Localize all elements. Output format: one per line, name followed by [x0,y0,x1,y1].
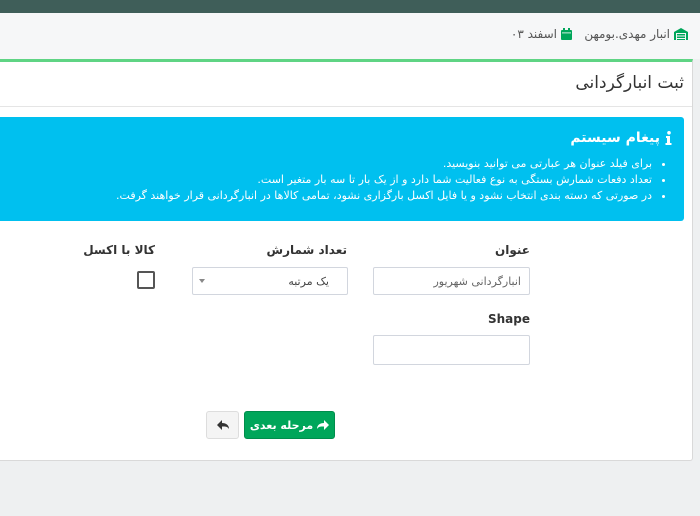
current-date: اسفند ۰۳ [510,27,557,41]
count-field-label: تعداد شمارش [266,243,347,257]
calendar-icon [561,28,572,40]
info-icon [665,131,672,145]
title-divider [0,106,692,107]
system-message-alert: پیغام سیستم برای فیلد عنوان هر عبارتی می… [0,117,684,221]
warehouse-icon [674,28,688,40]
title-input[interactable] [373,267,530,295]
date-info[interactable]: اسفند ۰۳ [511,27,572,41]
alert-message-item: تعداد دفعات شمارش بستگی به نوع فعالیت شم… [2,172,652,188]
warehouse-name: انبار مهدی.بومهن [584,27,670,41]
title-field-label: عنوان [495,243,530,257]
excel-field-label: کالا با اکسل [83,243,155,257]
back-arrow-icon [216,420,229,430]
back-button[interactable] [206,411,239,439]
alert-title: پیغام سیستم [570,130,672,146]
warehouse-info[interactable]: انبار مهدی.بومهن [584,27,688,41]
count-select[interactable]: یک مرتبه [192,267,348,295]
count-select-value: یک مرتبه [288,275,329,288]
chevron-down-icon [199,279,205,283]
next-step-button[interactable]: مرحله بعدی [244,411,335,439]
info-bar: انبار مهدی.بومهن اسفند ۰۳ [0,13,700,59]
alert-message-item: در صورتی که دسته بندی انتخاب نشود و یا ف… [2,188,652,204]
reply-arrow-icon [317,420,330,430]
alert-message-item: برای فیلد عنوان هر عبارتی می توانید بنوی… [2,156,652,172]
page-title: ثبت انبارگردانی [575,73,684,93]
alert-title-text: پیغام سیستم [570,130,660,146]
alert-message-list: برای فیلد عنوان هر عبارتی می توانید بنوی… [2,156,674,204]
inventory-panel: ثبت انبارگردانی پیغام سیستم برای فیلد عن… [0,59,693,461]
next-step-label: مرحله بعدی [249,418,314,432]
excel-checkbox[interactable] [137,271,155,289]
shape-input[interactable] [373,335,530,365]
top-navbar [0,0,700,13]
shape-field-label: Shape [487,312,530,326]
